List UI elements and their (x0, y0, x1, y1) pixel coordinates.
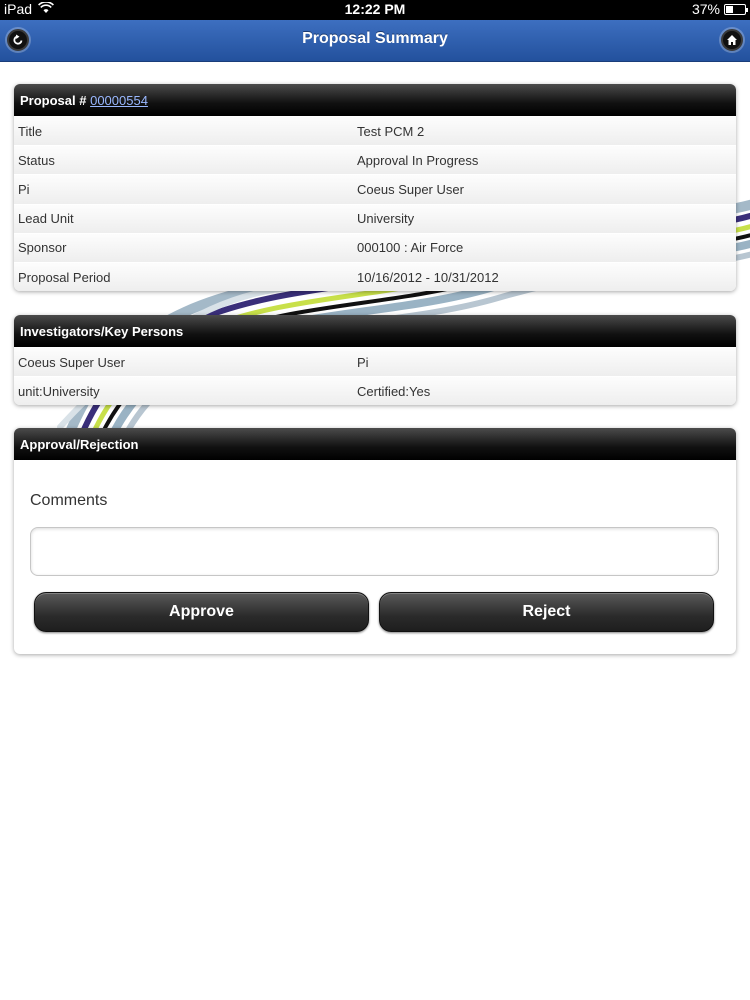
proposal-header: Proposal # 00000554 (14, 84, 736, 116)
row-value: Test PCM 2 (357, 123, 425, 139)
row-value: University (357, 211, 415, 227)
row-label: Lead Unit (18, 211, 74, 227)
battery-percent: 37% (691, 1, 720, 17)
row-label: unit:University (18, 383, 100, 399)
row-value: Pi (357, 354, 369, 370)
approve-button[interactable]: Approve (34, 592, 369, 632)
status-right: 37% (691, 1, 748, 17)
status-bar: iPad 12:22 PM 37% (0, 0, 750, 20)
table-row: Proposal Period 10/16/2012 - 10/31/2012 (14, 261, 736, 292)
home-icon (727, 35, 737, 45)
row-label: Title (18, 123, 43, 139)
approval-header: Approval/Rejection (14, 428, 736, 460)
row-label: Sponsor (18, 240, 67, 256)
table-row: Status Approval In Progress (14, 145, 736, 175)
comments-label: Comments (30, 492, 108, 509)
row-label: Status (18, 152, 55, 168)
table-row: Sponsor 000100 : Air Force (14, 232, 736, 262)
table-row: Lead Unit University (14, 203, 736, 233)
page-title: Proposal Summary (302, 30, 448, 47)
investigator-rows: Coeus Super User Pi unit:University Certifi… (14, 347, 736, 406)
row-value: Approval In Progress (357, 152, 479, 168)
table-row: Coeus Super User Pi (14, 347, 736, 377)
approval-card: Approval/Rejection Comments Approve Reje… (14, 428, 736, 654)
table-row: unit:University Certified:Yes (14, 376, 736, 406)
row-value: 000100 : Air Force (357, 240, 464, 256)
status-time: 12:22 PM (344, 1, 406, 17)
row-value: Certified:Yes (357, 383, 431, 399)
table-row: Pi Coeus Super User (14, 174, 736, 204)
table-row: Title Test PCM 2 (14, 116, 736, 146)
investigators-card: Investigators/Key Persons Coeus Super Us… (14, 315, 736, 406)
row-value: Coeus Super User (357, 181, 464, 197)
proposal-header-label: Proposal # (20, 93, 87, 108)
nav-bar: Proposal Summary (0, 20, 750, 62)
proposal-number-link[interactable]: 00000554 (90, 93, 148, 108)
proposal-card: Proposal # 00000554 Title Test PCM 2 Statu… (14, 84, 736, 292)
battery-icon (724, 3, 748, 15)
home-button[interactable] (721, 29, 743, 51)
row-label: Coeus Super User (18, 354, 125, 370)
row-label: Pi (18, 181, 30, 197)
investigators-header: Investigators/Key Persons (14, 315, 736, 347)
proposal-rows: Title Test PCM 2 Status Approval In Progres… (14, 116, 736, 292)
row-value: 10/16/2012 - 10/31/2012 (357, 269, 499, 285)
row-label: Proposal Period (18, 269, 111, 285)
reject-button[interactable]: Reject (379, 592, 714, 632)
comments-input[interactable] (30, 527, 719, 576)
